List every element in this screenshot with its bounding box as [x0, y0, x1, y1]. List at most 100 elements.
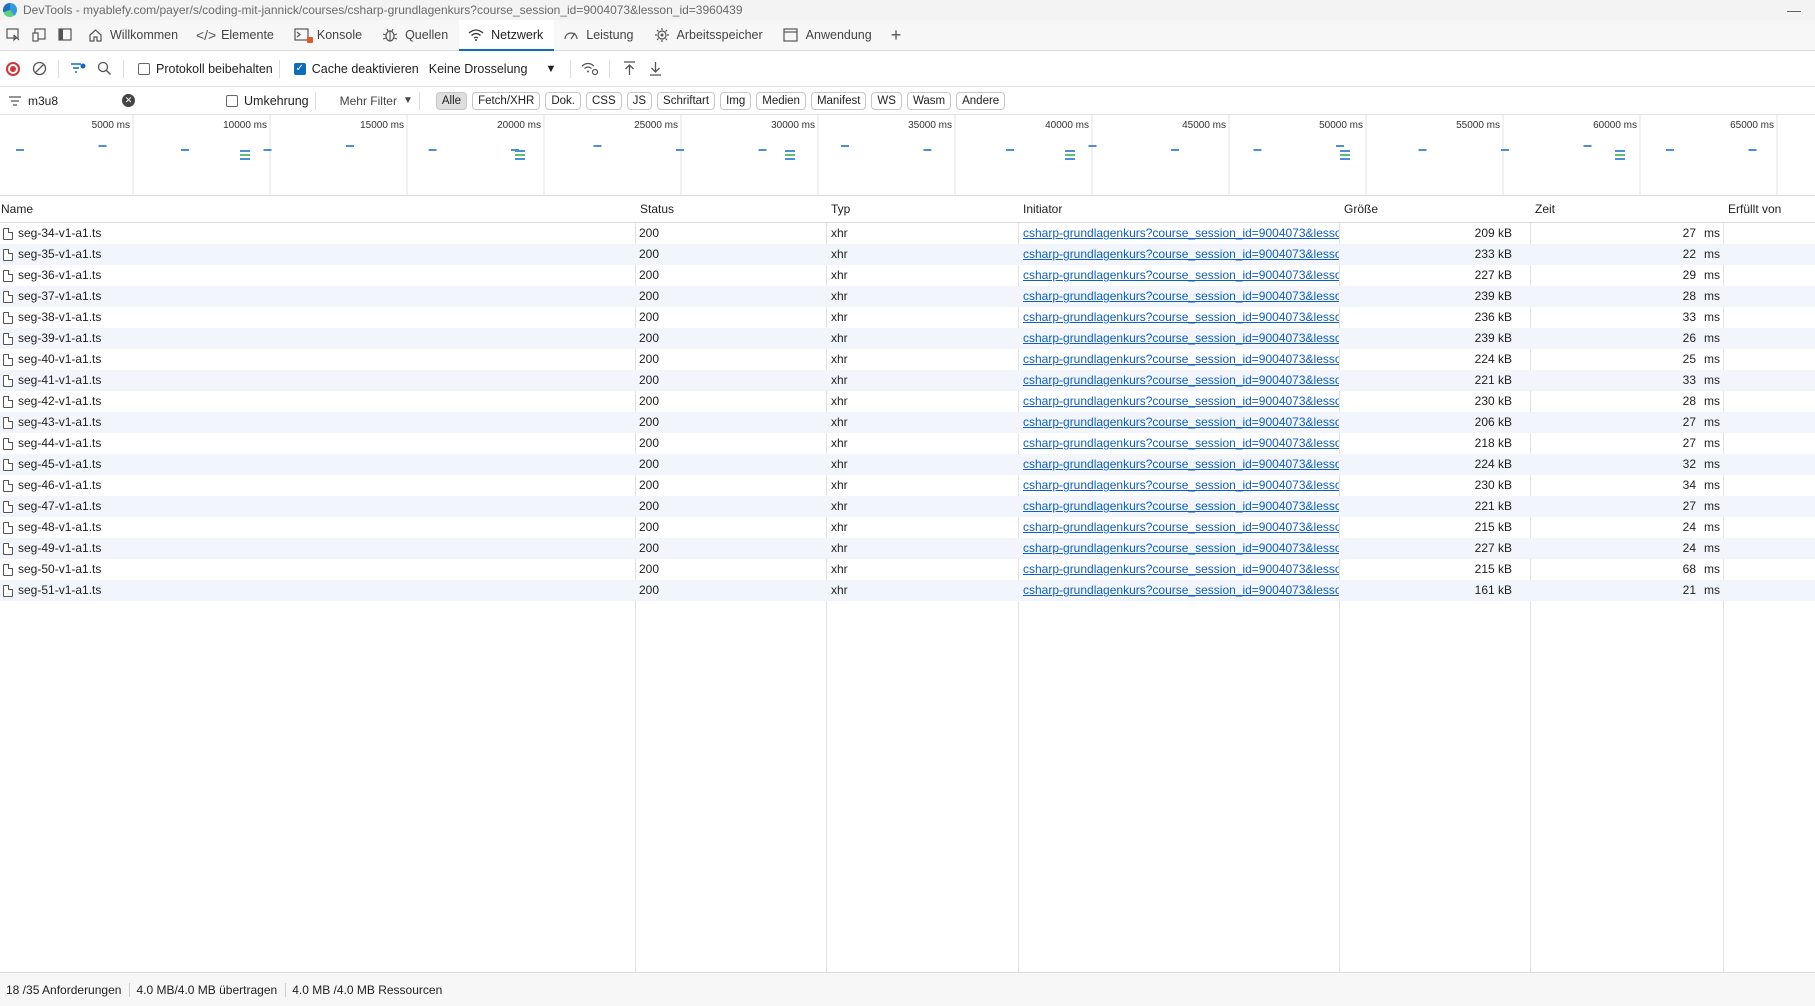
table-row[interactable]: seg-39-v1-a1.ts 200 xhr csharp-grundlagenku… — [0, 328, 1815, 349]
tab-konsole[interactable]: Konsole — [285, 20, 373, 50]
tab-anwendung[interactable]: Anwendung — [774, 20, 883, 50]
tab-leistung[interactable]: Leistung — [554, 20, 644, 50]
timeline-request-bar — [923, 149, 932, 151]
filter-type-ws[interactable]: WS — [871, 91, 902, 110]
tab-quellen[interactable]: Quellen — [373, 20, 459, 50]
initiator-link[interactable]: csharp-grundlagenkurs?course_session_id=… — [1023, 244, 1339, 265]
invert-checkbox[interactable]: Umkehrung — [226, 94, 309, 108]
column-header-size[interactable]: Größe — [1343, 196, 1378, 223]
initiator-link[interactable]: csharp-grundlagenkurs?course_session_id=… — [1023, 433, 1339, 454]
column-header-time[interactable]: Zeit — [1534, 196, 1555, 223]
filter-type-media[interactable]: Medien — [756, 91, 806, 110]
column-header-initiator[interactable]: Initiator — [1022, 196, 1062, 223]
filter-input[interactable] — [26, 90, 116, 111]
table-row[interactable]: seg-51-v1-a1.ts 200 xhr csharp-grundlagenku… — [0, 580, 1815, 601]
time-value: 28 — [1682, 394, 1696, 408]
filter-type-img[interactable]: Img — [720, 91, 752, 110]
tab-arbeitsspeicher[interactable]: Arbeitsspeicher — [645, 20, 774, 50]
cell-time: 32 ms — [1532, 454, 1722, 475]
checkbox-box[interactable]: ✓ — [293, 62, 306, 75]
throttling-select[interactable]: Keine Drosselung ▼ — [429, 62, 557, 76]
filter-type-css[interactable]: CSS — [585, 91, 622, 110]
filter-type-other[interactable]: Andere — [956, 91, 1006, 110]
console-error-badge — [306, 37, 313, 43]
filter-type-all[interactable]: Alle — [435, 91, 468, 110]
table-row[interactable]: seg-46-v1-a1.ts 200 xhr csharp-grundlagenku… — [0, 475, 1815, 496]
clear-button[interactable] — [26, 56, 52, 82]
initiator-link[interactable]: csharp-grundlagenkurs?course_session_id=… — [1023, 559, 1339, 580]
network-conditions-button[interactable] — [577, 56, 603, 82]
clear-filter-icon[interactable]: ✕ — [122, 94, 135, 107]
filter-type-js[interactable]: JS — [626, 91, 653, 110]
minimize-icon[interactable]: — — [1787, 2, 1801, 18]
initiator-link[interactable]: csharp-grundlagenkurs?course_session_id=… — [1023, 223, 1339, 244]
tab-willkommen[interactable]: Willkommen — [78, 20, 189, 50]
tab-elemente[interactable]: </> Elemente — [189, 20, 285, 50]
tab-netzwerk[interactable]: Netzwerk — [459, 20, 555, 51]
cell-fulfilled-by — [1725, 454, 1815, 475]
filter-type-manifest[interactable]: Manifest — [810, 91, 867, 110]
table-row[interactable]: seg-48-v1-a1.ts 200 xhr csharp-grundlagenku… — [0, 517, 1815, 538]
cell-fulfilled-by — [1725, 307, 1815, 328]
table-row[interactable]: seg-47-v1-a1.ts 200 xhr csharp-grundlagenku… — [0, 496, 1815, 517]
cell-status: 200 — [639, 394, 660, 408]
table-row[interactable]: seg-41-v1-a1.ts 200 xhr csharp-grundlagenku… — [0, 370, 1815, 391]
initiator-link[interactable]: csharp-grundlagenkurs?course_session_id=… — [1023, 412, 1339, 433]
cell-size: 161 kB — [1474, 583, 1512, 597]
initiator-link[interactable]: csharp-grundlagenkurs?course_session_id=… — [1023, 349, 1339, 370]
table-row[interactable]: seg-44-v1-a1.ts 200 xhr csharp-grundlagenku… — [0, 433, 1815, 454]
sidebar-toggle-icon[interactable] — [52, 20, 78, 50]
table-row[interactable]: seg-42-v1-a1.ts 200 xhr csharp-grundlagenku… — [0, 391, 1815, 412]
filter-type-doc[interactable]: Dok. — [545, 91, 581, 110]
preserve-log-checkbox[interactable]: Protokoll beibehalten — [138, 62, 273, 76]
table-row[interactable]: seg-50-v1-a1.ts 200 xhr csharp-grundlagenku… — [0, 559, 1815, 580]
checkbox-box[interactable] — [226, 94, 238, 107]
initiator-link[interactable]: csharp-grundlagenkurs?course_session_id=… — [1023, 580, 1339, 601]
cell-size: 206 kB — [1474, 415, 1512, 429]
initiator-link[interactable]: csharp-grundlagenkurs?course_session_id=… — [1023, 475, 1339, 496]
table-row[interactable]: seg-49-v1-a1.ts 200 xhr csharp-grundlagenku… — [0, 538, 1815, 559]
initiator-link[interactable]: csharp-grundlagenkurs?course_session_id=… — [1023, 307, 1339, 328]
filter-type-font[interactable]: Schriftart — [657, 91, 716, 110]
clear-icon — [32, 61, 46, 76]
initiator-link[interactable]: csharp-grundlagenkurs?course_session_id=… — [1023, 265, 1339, 286]
table-row[interactable]: seg-37-v1-a1.ts 200 xhr csharp-grundlagenku… — [0, 286, 1815, 307]
timeline-request-bar — [758, 149, 767, 151]
checkbox-box[interactable] — [138, 62, 150, 75]
table-row[interactable]: seg-36-v1-a1.ts 200 xhr csharp-grundlagenku… — [0, 265, 1815, 286]
initiator-link[interactable]: csharp-grundlagenkurs?course_session_id=… — [1023, 286, 1339, 307]
table-row[interactable]: seg-45-v1-a1.ts 200 xhr csharp-grundlagenku… — [0, 454, 1815, 475]
column-header-status[interactable]: Status — [639, 196, 674, 223]
cell-size: 239 kB — [1474, 289, 1512, 303]
filter-toggle-button[interactable] — [65, 56, 91, 82]
table-row[interactable]: seg-43-v1-a1.ts 200 xhr csharp-grundlagenku… — [0, 412, 1815, 433]
column-header-fulfilled-by[interactable]: Erfüllt von — [1727, 196, 1781, 223]
network-overview-timeline[interactable]: 5000 ms 10000 ms 15000 ms 20000 ms 25000 ms 3… — [0, 115, 1815, 196]
initiator-link[interactable]: csharp-grundlagenkurs?course_session_id=… — [1023, 454, 1339, 475]
initiator-link[interactable]: csharp-grundlagenkurs?course_session_id=… — [1023, 370, 1339, 391]
table-row[interactable]: seg-38-v1-a1.ts 200 xhr csharp-grundlagenku… — [0, 307, 1815, 328]
initiator-link[interactable]: csharp-grundlagenkurs?course_session_id=… — [1023, 517, 1339, 538]
inspect-element-icon[interactable] — [0, 20, 26, 50]
filter-type-wasm[interactable]: Wasm — [906, 91, 952, 110]
table-row[interactable]: seg-40-v1-a1.ts 200 xhr csharp-grundlagenku… — [0, 349, 1815, 370]
table-row[interactable]: seg-34-v1-a1.ts 200 xhr csharp-grundlagenku… — [0, 223, 1815, 244]
initiator-link[interactable]: csharp-grundlagenkurs?course_session_id=… — [1023, 328, 1339, 349]
add-tool-icon[interactable]: + — [883, 20, 910, 50]
disable-cache-checkbox[interactable]: ✓ Cache deaktivieren — [293, 62, 419, 76]
table-row[interactable]: seg-35-v1-a1.ts 200 xhr csharp-grundlagenku… — [0, 244, 1815, 265]
column-header-type[interactable]: Typ — [830, 196, 850, 223]
initiator-link[interactable]: csharp-grundlagenkurs?course_session_id=… — [1023, 391, 1339, 412]
initiator-link[interactable]: csharp-grundlagenkurs?course_session_id=… — [1023, 496, 1339, 517]
time-unit: ms — [1704, 562, 1720, 576]
import-har-button[interactable] — [616, 56, 642, 82]
more-filters-dropdown[interactable]: Mehr Filter ▼ — [340, 94, 413, 108]
filter-type-fetch-xhr[interactable]: Fetch/XHR — [472, 91, 541, 110]
search-button[interactable] — [91, 56, 117, 82]
record-button[interactable] — [0, 56, 26, 82]
device-emulation-icon[interactable] — [26, 20, 52, 50]
initiator-link[interactable]: csharp-grundlagenkurs?course_session_id=… — [1023, 538, 1339, 559]
export-har-button[interactable] — [642, 56, 668, 82]
cell-size: 230 kB — [1474, 394, 1512, 408]
column-header-name[interactable]: Name — [0, 196, 33, 223]
